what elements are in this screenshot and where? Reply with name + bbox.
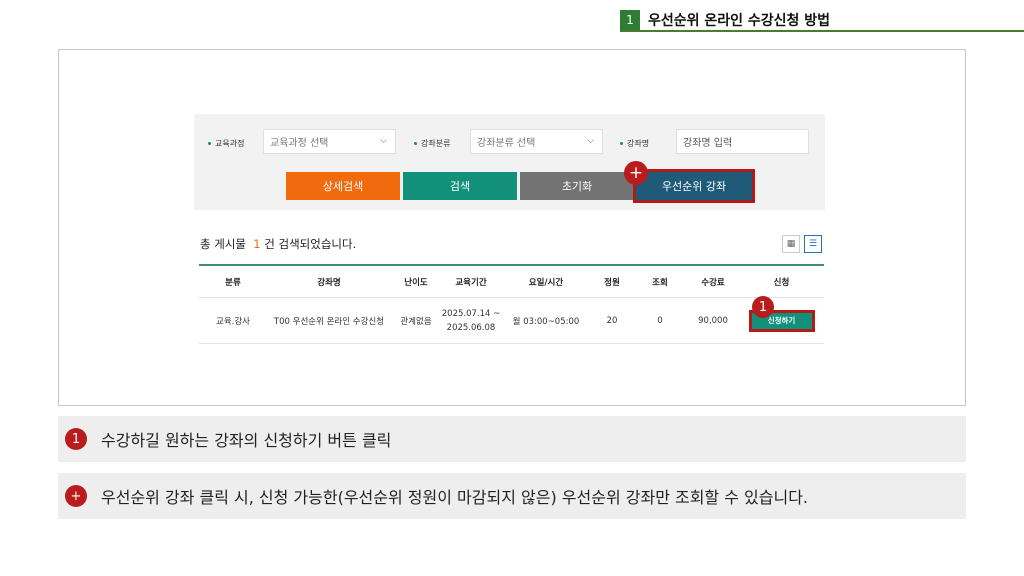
cell-capacity: 20 (606, 315, 618, 326)
instruction-note-1: 1 수강하길 원하는 강좌의 신청하기 버튼 클릭 (58, 416, 966, 462)
header-underline (620, 30, 1024, 32)
course-name-label: 강좌명 (620, 138, 649, 149)
search-button[interactable]: 검색 (403, 172, 517, 200)
bullet-icon (208, 142, 211, 145)
search-panel: 교육과정 교육과정 선택 ⌵ 강좌분류 강좌분류 선택 ⌵ 강좌명 강좌명 입력… (194, 114, 825, 210)
course-table: 분류 강좌명 난이도 교육기간 요일/시간 정원 조회 수강료 신청 교육.강사… (199, 264, 824, 344)
cell-schedule: 월 03:00~05:00 (512, 316, 580, 327)
section-header: 1 우선순위 온라인 수강신청 방법 (620, 8, 830, 32)
note-badge: + (65, 485, 87, 507)
note-text: 우선순위 강좌 클릭 시, 신청 가능한(우선순위 정원이 마감되지 않은) 우… (101, 488, 809, 507)
cell-level: 관계없음 (400, 316, 432, 327)
category-select[interactable]: 강좌분류 선택 ⌵ (470, 129, 603, 154)
bullet-icon (414, 142, 417, 145)
detail-search-button[interactable]: 상세검색 (286, 172, 400, 200)
view-toggle: ▦ ☰ (782, 235, 822, 253)
cell-apply: 신청하기 (739, 309, 824, 332)
list-view-icon[interactable]: ☰ (804, 235, 822, 253)
cell-course-name[interactable]: T00 우선순위 온라인 수강신청 (267, 315, 391, 327)
note-text: 수강하길 원하는 강좌의 신청하기 버튼 클릭 (101, 431, 392, 450)
instruction-note-2: + 우선순위 강좌 클릭 시, 신청 가능한(우선순위 정원이 마감되지 않은)… (58, 473, 966, 519)
cell-fee: 90,000 (698, 315, 728, 326)
plus-marker-badge: + (624, 161, 648, 185)
step-one-marker-badge: 1 (752, 296, 774, 318)
course-select[interactable]: 교육과정 선택 ⌵ (263, 129, 396, 154)
table-header: 분류 강좌명 난이도 교육기간 요일/시간 정원 조회 수강료 신청 (199, 264, 824, 298)
grid-view-icon[interactable]: ▦ (782, 235, 800, 253)
cell-views: 0 (657, 315, 663, 326)
chevron-down-icon: ⌵ (380, 136, 387, 146)
category-label: 강좌분류 (414, 138, 450, 149)
course-label: 교육과정 (208, 138, 244, 149)
cell-period: 2025.07.14 ~ 2025.06.08 (441, 308, 501, 333)
section-title: 우선순위 온라인 수강신청 방법 (648, 13, 831, 29)
cell-category: 교육.강사 (216, 316, 250, 327)
section-number-badge: 1 (620, 10, 640, 30)
table-row: 교육.강사 T00 우선순위 온라인 수강신청 관계없음 2025.07.14 … (199, 298, 824, 344)
bullet-icon (620, 142, 623, 145)
chevron-down-icon: ⌵ (587, 136, 594, 146)
course-name-input[interactable]: 강좌명 입력 (676, 129, 809, 154)
note-badge: 1 (65, 428, 87, 450)
screenshot-frame (58, 49, 966, 406)
priority-course-button[interactable]: 우선순위 강좌 (633, 169, 755, 203)
result-count: 총 게시물 1 건 검색되었습니다. (200, 237, 357, 251)
reset-button[interactable]: 초기화 (520, 172, 634, 200)
